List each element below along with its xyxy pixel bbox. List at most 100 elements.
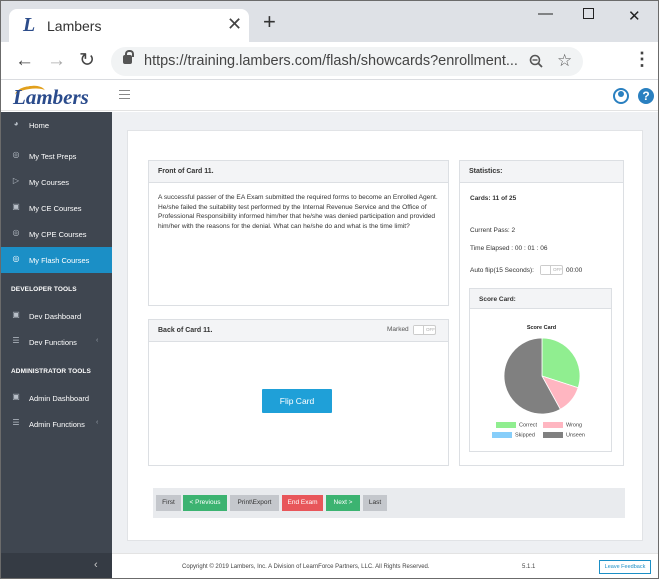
score-card-panel: Score Card: Score Card Correct Wrong Ski… [469, 288, 612, 452]
version-text: 5.1.1 [522, 564, 536, 570]
card-navigation-bar: First < Previous Print\Export End Exam N… [153, 488, 625, 518]
legend-label: Correct [519, 422, 538, 429]
sidebar-item-dev-functions[interactable]: ☰ Dev Functions ‹ [1, 329, 112, 355]
sidebar-item-admin-dashboard[interactable]: ▣ Admin Dashboard [1, 385, 112, 411]
hamburger-menu-icon[interactable] [119, 90, 130, 99]
address-bar: ← → ↻ https://training.lambers.com/flash… [1, 42, 658, 80]
score-pie-chart [503, 337, 581, 415]
developer-tools-heading: DEVELOPER TOOLS [11, 286, 77, 293]
folder-icon: ▣ [12, 202, 20, 211]
end-exam-button[interactable]: End Exam [282, 495, 323, 511]
sidebar-item-label: My Test Preps [29, 152, 77, 161]
last-button[interactable]: Last [363, 495, 387, 511]
sidebar-item-label: Admin Functions [29, 420, 85, 429]
legend-unseen: Unseen [543, 432, 585, 438]
auto-flip-timer: 00:00 [566, 267, 583, 274]
lambers-favicon-icon: L [23, 14, 36, 36]
brand-logo[interactable]: Lambers [13, 85, 89, 110]
url-text[interactable]: https://training.lambers.com/flash/showc… [144, 53, 524, 69]
legend-label: Skipped [515, 432, 535, 439]
folder-icon: ▣ [12, 392, 20, 401]
cards-count: Cards: 11 of 25 [470, 195, 517, 202]
back-card-title: Back of Card 11. [158, 327, 213, 334]
bookmark-star-icon[interactable]: ☆ [557, 51, 572, 71]
page-footer: Copyright © 2019 Lambers, Inc. A Divisio… [112, 553, 658, 578]
sidebar-item-label: Admin Dashboard [29, 394, 90, 403]
chevron-left-icon: ‹ [96, 337, 99, 344]
sidebar-collapse-button[interactable]: ‹ [1, 553, 112, 578]
url-omnibox[interactable]: https://training.lambers.com/flash/showc… [111, 47, 583, 76]
user-account-icon[interactable] [613, 88, 629, 104]
lock-icon [123, 50, 134, 64]
chevron-left-icon: ‹ [94, 559, 98, 571]
tab-bar: L Lambers ✕ + — ✕ [1, 1, 658, 42]
sidebar-item-label: My CPE Courses [29, 230, 87, 239]
sidebar-item-flash-courses[interactable]: ◎ My Flash Courses [1, 247, 112, 273]
marked-toggle[interactable]: OFF [413, 325, 436, 335]
front-card-question: A successful passer of the EA Exam submi… [158, 194, 438, 230]
chart-title: Score Card [526, 325, 557, 331]
statistics-panel: Statistics: Cards: 11 of 25 Current Pass… [459, 160, 624, 466]
sidebar: ◕ Home ◎ My Test Preps ▷ My Courses ▣ My… [1, 112, 112, 578]
sidebar-item-dev-dashboard[interactable]: ▣ Dev Dashboard [1, 303, 112, 329]
sidebar-item-admin-functions[interactable]: ☰ Admin Functions ‹ [1, 411, 112, 437]
copyright-text: Copyright © 2019 Lambers, Inc. A Divisio… [182, 564, 430, 570]
browser-tab[interactable]: L Lambers ✕ [9, 9, 249, 42]
main-content: Front of Card 11. A successful passer of… [112, 112, 658, 553]
auto-flip-toggle[interactable]: OFF [540, 265, 563, 275]
legend-swatch [543, 432, 563, 438]
tab-title: Lambers [47, 18, 102, 34]
back-card-header: Back of Card 11. Marked OFF [149, 320, 448, 342]
toggle-off-label: OFF [426, 327, 435, 332]
speedometer-icon: ◕ [13, 119, 19, 128]
score-card-header: Score Card: [470, 289, 611, 309]
sidebar-item-label: Dev Functions [29, 338, 77, 347]
toggle-knob [414, 326, 424, 334]
flip-card-button[interactable]: Flip Card [262, 389, 332, 413]
back-arrow-icon[interactable]: ← [15, 51, 34, 71]
browser-menu-icon[interactable]: ⋮ [633, 50, 651, 68]
sidebar-item-cpe-courses[interactable]: ◎ My CPE Courses [1, 221, 112, 247]
forward-arrow-icon[interactable]: → [47, 51, 66, 71]
list-icon: ☰ [12, 336, 20, 345]
previous-button[interactable]: < Previous [183, 495, 227, 511]
close-tab-icon[interactable]: ✕ [227, 15, 242, 33]
zoom-out-icon[interactable] [529, 54, 543, 68]
print-export-button[interactable]: Print\Export [230, 495, 279, 511]
front-card-header: Front of Card 11. [149, 161, 448, 183]
sidebar-item-label: My CE Courses [29, 204, 82, 213]
time-elapsed: Time Elapsed : 00 : 01 : 06 [470, 245, 548, 252]
legend-label: Unseen [566, 432, 585, 439]
sidebar-item-label: My Courses [29, 178, 70, 187]
sidebar-item-label: Home [29, 121, 50, 130]
flash-card-container: Front of Card 11. A successful passer of… [127, 130, 643, 541]
first-button[interactable]: First [156, 495, 181, 511]
sidebar-item-home[interactable]: ◕ Home [1, 112, 112, 138]
front-card-title: Front of Card 11. [158, 168, 214, 175]
maximize-icon[interactable] [583, 8, 594, 19]
next-button[interactable]: Next > [326, 495, 360, 511]
reload-icon[interactable]: ↻ [79, 51, 95, 71]
browser-window: L Lambers ✕ + — ✕ ← → ↻ https://training… [0, 0, 659, 579]
legend-swatch [492, 432, 512, 438]
new-tab-icon[interactable]: + [263, 11, 276, 33]
current-pass: Current Pass: 2 [470, 227, 516, 234]
back-card-panel: Back of Card 11. Marked OFF Flip Card [148, 319, 449, 466]
auto-flip-label: Auto flip(15 Seconds): [470, 267, 534, 274]
target-icon: ◎ [12, 150, 20, 159]
statistics-header: Statistics: [460, 161, 623, 183]
sidebar-item-test-preps[interactable]: ◎ My Test Preps [1, 143, 112, 169]
sidebar-item-courses[interactable]: ▷ My Courses [1, 169, 112, 195]
toggle-off-label: OFF [553, 267, 562, 272]
statistics-title: Statistics: [469, 168, 503, 175]
leave-feedback-button[interactable]: Leave Feedback [599, 560, 651, 574]
front-card-panel: Front of Card 11. A successful passer of… [148, 160, 449, 306]
sidebar-item-ce-courses[interactable]: ▣ My CE Courses [1, 195, 112, 221]
minimize-icon[interactable]: — [538, 5, 553, 22]
help-icon[interactable]: ? [638, 88, 654, 104]
legend-correct: Correct [496, 422, 537, 428]
target-icon: ◎ [12, 228, 20, 237]
administrator-tools-heading: ADMINISTRATOR TOOLS [11, 368, 91, 375]
close-window-icon[interactable]: ✕ [628, 7, 641, 25]
legend-swatch [496, 422, 516, 428]
